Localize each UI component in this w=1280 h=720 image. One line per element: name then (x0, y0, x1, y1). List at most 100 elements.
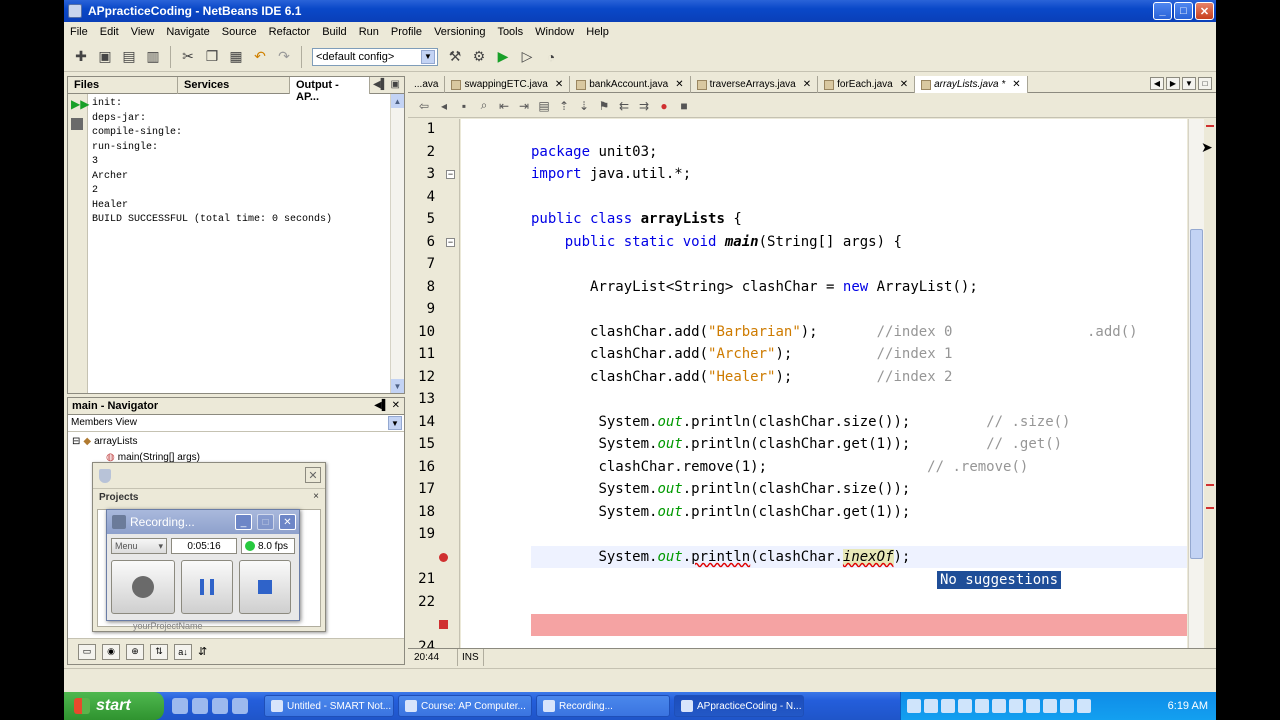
quicklaunch-app-icon[interactable] (172, 698, 188, 714)
fold-collapse-icon[interactable]: − (446, 170, 455, 179)
tab-arraylists[interactable]: arrayLists.java * ✕ (915, 76, 1028, 93)
prev-bookmark-icon[interactable]: ⇡ (556, 98, 572, 114)
search-icon[interactable]: ⌕ (476, 98, 492, 114)
sort-by-name-icon[interactable]: a↓ (174, 643, 192, 660)
menu-versioning[interactable]: Versioning (428, 26, 491, 38)
shift-right-icon[interactable]: ⇉ (636, 98, 652, 114)
toggle-highlight-icon[interactable]: ▤ (536, 98, 552, 114)
last-edit-icon[interactable]: ⇦ (416, 98, 432, 114)
close-button[interactable]: ✕ (279, 514, 296, 530)
close-button[interactable]: ✕ (1195, 2, 1214, 20)
volume-icon[interactable] (1060, 699, 1074, 713)
menu-edit[interactable]: Edit (94, 26, 125, 38)
network-icon[interactable] (1077, 699, 1091, 713)
project-node[interactable]: yourProjectName (133, 621, 203, 631)
menu-tools[interactable]: Tools (491, 26, 529, 38)
tray-icon[interactable] (941, 699, 955, 713)
close-icon[interactable]: ✕ (555, 79, 563, 90)
tab-services[interactable]: Services (178, 77, 290, 94)
panel-window-controls[interactable]: ◀▌ ✕ (374, 400, 400, 411)
find-next-icon[interactable]: ⇥ (516, 98, 532, 114)
error-stripe-marker[interactable] (1206, 507, 1214, 509)
tree-expand-icon[interactable]: ⊟ (72, 436, 80, 447)
menu-file[interactable]: File (64, 26, 94, 38)
taskbar-recording[interactable]: Recording... (536, 695, 670, 717)
start-macro-icon[interactable]: ● (656, 98, 672, 114)
stop-icon[interactable] (71, 118, 83, 130)
sort-by-source-icon[interactable]: ⇵ (198, 645, 207, 658)
cut-icon[interactable]: ✂ (177, 46, 199, 68)
paste-icon[interactable]: ▦ (225, 46, 247, 68)
scroll-up-icon[interactable]: ▲ (391, 94, 404, 108)
shift-left-icon[interactable]: ⇇ (616, 98, 632, 114)
tab-traversearrays[interactable]: traverseArrays.java ✕ (691, 76, 819, 93)
tree-class-node[interactable]: ⊟ ◆ arrayLists (72, 436, 137, 447)
close-icon[interactable]: ✕ (675, 79, 683, 90)
new-project-icon[interactable]: ▣ (94, 46, 116, 68)
scroll-tabs-left-icon[interactable]: ◀ (1150, 77, 1164, 90)
tray-icon[interactable] (975, 699, 989, 713)
recording-menu-button[interactable]: Menu ▾ (111, 538, 167, 554)
tray-icon[interactable] (958, 699, 972, 713)
menu-view[interactable]: View (125, 26, 161, 38)
taskbar-browser-course[interactable]: Course: AP Computer... (398, 695, 532, 717)
tray-icon[interactable] (992, 699, 1006, 713)
stop-button[interactable] (239, 560, 291, 614)
tab-files[interactable]: Files (68, 77, 178, 94)
copy-icon[interactable]: ❐ (201, 46, 223, 68)
clean-build-icon[interactable]: ⚙ (468, 46, 490, 68)
close-icon[interactable]: ✕ (803, 79, 811, 90)
tray-icon[interactable] (907, 699, 921, 713)
menu-help[interactable]: Help (580, 26, 615, 38)
undo-icon[interactable]: ↶ (249, 46, 271, 68)
fold-collapse-icon[interactable]: − (446, 238, 455, 247)
firefox-icon[interactable] (212, 698, 228, 714)
tab-foreach[interactable]: forEach.java ✕ (818, 76, 916, 93)
close-icon[interactable]: × (313, 491, 319, 502)
tray-icon[interactable] (1043, 699, 1057, 713)
scrollbar-thumb[interactable] (1190, 229, 1203, 559)
panel-window-controls[interactable]: ◀▌ ▣ (373, 79, 400, 90)
open-project-icon[interactable]: ▤ (118, 46, 140, 68)
error-stripe-marker[interactable] (1206, 484, 1214, 486)
tray-icon[interactable] (1026, 699, 1040, 713)
netbeans-icon[interactable] (232, 698, 248, 714)
filter-static-icon[interactable]: ◉ (102, 643, 120, 660)
scroll-tabs-right-icon[interactable]: ▶ (1166, 77, 1180, 90)
maximize-button[interactable]: □ (1174, 2, 1193, 20)
config-dropdown[interactable]: <default config> ▼ (312, 47, 438, 66)
close-icon[interactable]: ✕ (305, 467, 321, 483)
menu-refactor[interactable]: Refactor (263, 26, 317, 38)
scroll-down-icon[interactable]: ▼ (391, 379, 404, 393)
find-previous-icon[interactable]: ⇤ (496, 98, 512, 114)
minimize-button[interactable]: _ (235, 514, 252, 530)
close-icon[interactable]: ✕ (1012, 79, 1020, 90)
minimize-button[interactable]: _ (1153, 2, 1172, 20)
toggle-bookmark-icon[interactable]: ⚑ (596, 98, 612, 114)
run-icon[interactable]: ▶ (492, 46, 514, 68)
rerun-icon[interactable]: ▶▶ (71, 97, 89, 111)
chrome-icon[interactable] (192, 698, 208, 714)
taskbar-smart-notebook[interactable]: Untitled - SMART Not... (264, 695, 394, 717)
breakpoint-icon[interactable] (439, 620, 448, 629)
tab-output[interactable]: Output - AP... (290, 77, 370, 103)
start-button[interactable]: start (64, 692, 164, 720)
close-icon[interactable]: ✕ (900, 79, 908, 90)
filter-fields-icon[interactable]: ▭ (78, 643, 96, 660)
tab-swappingetc[interactable]: swappingETC.java ✕ (445, 76, 571, 93)
profile-icon[interactable]: ◔ (540, 46, 562, 68)
stop-macro-icon[interactable]: ■ (676, 98, 692, 114)
show-opened-documents-icon[interactable]: ▼ (1182, 77, 1196, 90)
forward-icon[interactable]: ▪ (456, 98, 472, 114)
next-bookmark-icon[interactable]: ⇣ (576, 98, 592, 114)
error-icon[interactable] (439, 553, 448, 562)
new-file-icon[interactable]: ✚ (70, 46, 92, 68)
menu-source[interactable]: Source (216, 26, 263, 38)
menu-run[interactable]: Run (353, 26, 385, 38)
tray-icon[interactable] (1009, 699, 1023, 713)
code-completion-popup[interactable]: No suggestions (937, 571, 1062, 589)
pause-button[interactable] (181, 560, 233, 614)
output-scrollbar[interactable]: ▲ ▼ (390, 94, 404, 393)
menu-window[interactable]: Window (529, 26, 580, 38)
filter-nonpublic-icon[interactable]: ⊕ (126, 643, 144, 660)
